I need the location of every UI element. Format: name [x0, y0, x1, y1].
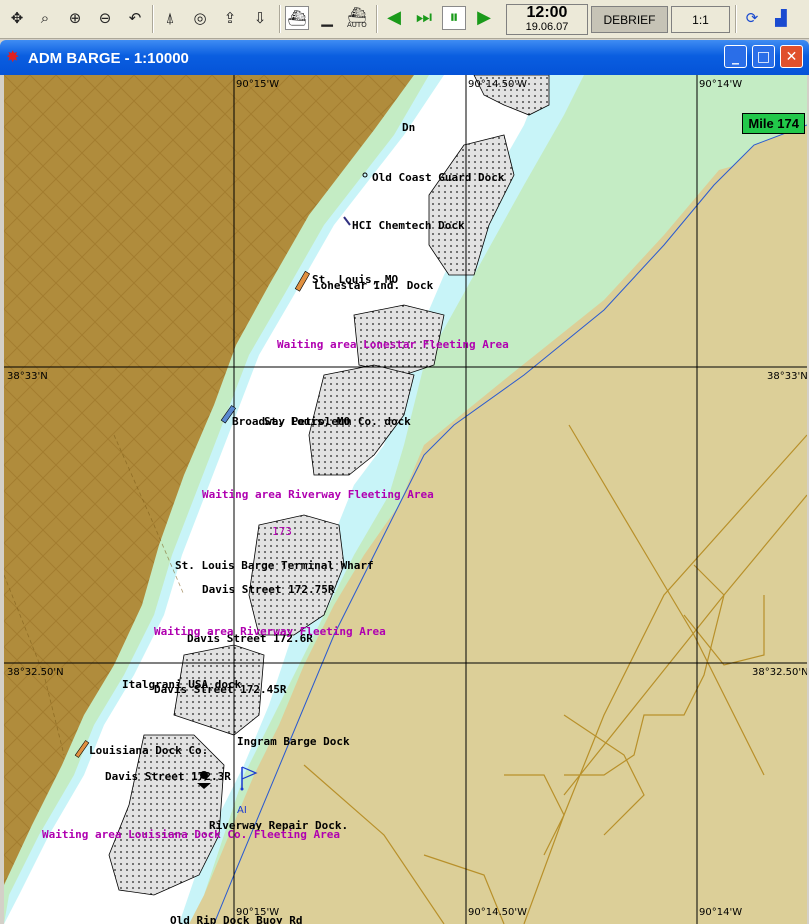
label-old-coast-guard-dock: Old Coast Guard Dock [372, 171, 505, 184]
zoom-window-icon[interactable]: ⌕ [33, 6, 57, 30]
clock-time: 12:00 [526, 4, 568, 21]
zoom-fit-icon[interactable]: ✥ [5, 6, 29, 30]
coord-left-2: 38°32.50'N [7, 667, 64, 678]
route-icon[interactable]: ⍋ [158, 6, 182, 30]
maximize-button[interactable]: □ [752, 45, 775, 68]
chart-icon[interactable]: ▟ [769, 6, 793, 30]
mile-marker-badge: Mile 174 [742, 113, 805, 134]
coord-right-1: 38°33'N [767, 371, 807, 382]
play-back-icon[interactable]: ◀ [382, 6, 406, 30]
label-broadway-petroleum: Broadway Petroleum Co. dock [232, 415, 411, 428]
waiting-lonestar: Waiting area Lonestar Fleeting Area [277, 338, 509, 351]
play-icon[interactable]: ▶ [472, 6, 496, 30]
step-forward-icon[interactable]: ⏭ [412, 6, 436, 30]
label-dn: Dn [402, 121, 415, 134]
label-davis-17245: Davis Street 172.45R [154, 683, 287, 696]
label-barge-terminal-wharf: St. Louis Barge Terminal Wharf [175, 559, 374, 572]
label-lonestar-dock: Lonestar Ind. Dock [314, 279, 434, 292]
time-scale-field[interactable]: 1:1 [671, 6, 730, 33]
undo-icon[interactable]: ↶ [123, 6, 147, 30]
mile-173-label: 173 [272, 525, 292, 538]
debrief-button[interactable]: DEBRIEF [591, 6, 668, 33]
chart-canvas[interactable]: 90°15'W 90°14.50'W 90°14'W 90°15'W 90°14… [4, 75, 807, 924]
flag-label: AI [237, 805, 247, 816]
minimize-button[interactable]: _ [724, 45, 747, 68]
coord-left-1: 38°33'N [7, 371, 48, 382]
barge-icon[interactable]: ▁ [315, 6, 339, 30]
toolbar-separator [376, 5, 378, 33]
coord-right-2: 38°32.50'N [752, 667, 807, 678]
label-louisiana-dock: Louisiana Dock Co. [89, 744, 208, 757]
waiting-riverway-1: Waiting area Riverway Fleeting Area [202, 488, 434, 501]
app-icon: ✸ [6, 47, 20, 66]
ship-mode-icon[interactable]: ⛴ [285, 6, 309, 30]
coord-top-3: 90°14'W [699, 79, 742, 90]
zoom-out-icon[interactable]: ⊖ [93, 6, 117, 30]
import-icon[interactable]: ⇩ [248, 6, 272, 30]
label-old-rip-dock: Old Rip Dock Buoy Rd [170, 914, 302, 924]
nautical-chart[interactable]: 90°15'W 90°14.50'W 90°14'W 90°15'W 90°14… [4, 75, 807, 924]
auto-label: AUTO [347, 21, 367, 29]
coord-top-2: 90°14.50'W [468, 79, 527, 90]
label-ingram-barge-dock: Ingram Barge Dock [237, 735, 350, 748]
close-button[interactable]: ✕ [780, 45, 803, 68]
export-icon[interactable]: ⇪ [218, 6, 242, 30]
coord-bottom-2: 90°14.50'W [468, 907, 527, 918]
target-icon[interactable]: ◎ [188, 6, 212, 30]
clock-date: 19.06.07 [525, 21, 569, 33]
toolbar-separator [735, 5, 737, 33]
label-davis-17275: Davis Street 172.75R [202, 583, 335, 596]
waiting-riverway-2: Waiting area Riverway Fleeting Area [154, 625, 386, 638]
coord-top-1: 90°15'W [236, 79, 279, 90]
toolbar-separator [279, 5, 281, 33]
window-titlebar[interactable]: ✸ ADM BARGE - 1:10000 _ □ ✕ [0, 40, 809, 75]
pause-icon[interactable]: ⏸ [442, 6, 466, 30]
waiting-louisiana: Waiting area Louisiana Dock Co. Fleeting… [42, 828, 340, 841]
mode-icon[interactable]: ⟳ [740, 6, 764, 30]
toolbar: ✥ ⌕ ⊕ ⊖ ↶ ⍋ ◎ ⇪ ⇩ ⛴ ▁ ⛴ AUTO ◀ ⏭ ⏸ ▶ 12:… [0, 0, 809, 39]
window-title: ADM BARGE - 1:10000 [28, 50, 189, 67]
zoom-in-icon[interactable]: ⊕ [63, 6, 87, 30]
toolbar-separator [152, 5, 154, 33]
label-hci-chemtech-dock: HCI Chemtech Dock [352, 219, 465, 232]
coord-bottom-3: 90°14'W [699, 907, 742, 918]
label-davis-1723: Davis Street 172.3R [105, 770, 231, 783]
sim-clock: 12:00 19.06.07 [506, 4, 588, 35]
